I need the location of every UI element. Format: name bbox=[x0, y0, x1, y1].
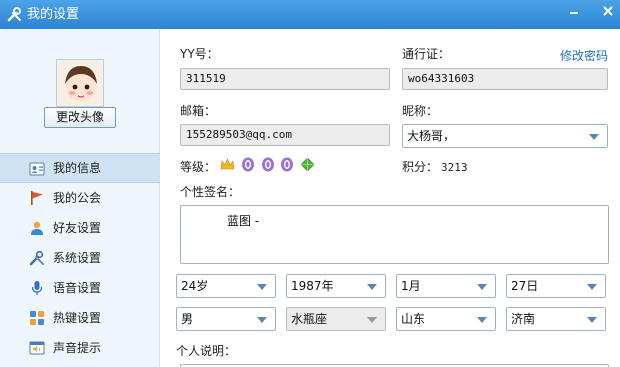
yy-number-field: 311519 bbox=[180, 68, 390, 90]
birth-month-value: 1月 bbox=[401, 279, 421, 293]
level-badge-icon bbox=[281, 157, 294, 172]
gender-select[interactable]: 男 bbox=[176, 307, 276, 331]
voice-icon bbox=[31, 281, 43, 295]
chevron-down-icon bbox=[477, 317, 487, 323]
minimize-icon bbox=[570, 12, 578, 14]
window-title: 我的设置 bbox=[27, 7, 80, 22]
points-label: 积分： bbox=[402, 160, 439, 174]
chevron-down-icon bbox=[367, 317, 377, 323]
sidebar-item-friend-settings[interactable]: 好友设置 bbox=[0, 213, 160, 243]
chevron-down-icon bbox=[587, 284, 597, 290]
passport-label: 通行证： bbox=[402, 47, 451, 61]
chevron-down-icon bbox=[477, 284, 487, 290]
level-badge-icon bbox=[241, 157, 254, 172]
avatar bbox=[56, 59, 104, 107]
level-label: 等级： bbox=[180, 160, 217, 174]
settings-content: YY号： 311519 通行证： 修改密码 wo64331603 邮箱： 155… bbox=[161, 29, 620, 367]
nickname-input[interactable]: 大杨哥， bbox=[402, 124, 608, 148]
sidebar-item-my-info[interactable]: 我的信息 bbox=[0, 153, 160, 183]
signature-value: 蓝图 - bbox=[227, 214, 260, 228]
chevron-down-icon bbox=[367, 284, 377, 290]
sidebar-item-label: 语音设置 bbox=[53, 281, 102, 295]
chevron-down-icon[interactable] bbox=[589, 134, 599, 140]
sidebar-item-label: 声音提示 bbox=[53, 341, 102, 355]
profile-card-icon bbox=[29, 162, 45, 176]
settings-menu: 我的信息 我的公会 好友设置 系统设置 语音设置 热键设置 声音提示 bbox=[0, 153, 160, 363]
flag-icon bbox=[31, 191, 43, 205]
sidebar-item-my-guild[interactable]: 我的公会 bbox=[0, 183, 160, 213]
birth-day-select[interactable]: 27日 bbox=[506, 274, 606, 298]
province-select[interactable]: 山东 bbox=[396, 307, 496, 331]
age-select[interactable]: 24岁 bbox=[176, 274, 276, 298]
age-value: 24岁 bbox=[181, 279, 209, 293]
user-icon bbox=[31, 221, 43, 235]
yy-label: YY号： bbox=[180, 47, 219, 61]
signature-label: 个性签名： bbox=[180, 185, 241, 199]
sidebar-item-label: 我的信息 bbox=[53, 161, 102, 175]
intro-label: 个人说明： bbox=[176, 344, 237, 358]
chevron-down-icon bbox=[257, 284, 267, 290]
birth-year-value: 1987年 bbox=[291, 279, 334, 293]
title-bar: 我的设置 bbox=[0, 0, 620, 29]
sidebar-item-label: 好友设置 bbox=[53, 221, 102, 235]
sidebar-item-hotkey-settings[interactable]: 热键设置 bbox=[0, 303, 160, 333]
nickname-label: 昵称： bbox=[402, 104, 439, 118]
zodiac-value: 水瓶座 bbox=[291, 312, 328, 326]
chevron-down-icon bbox=[587, 317, 597, 323]
city-value: 济南 bbox=[511, 312, 536, 326]
city-select[interactable]: 济南 bbox=[506, 307, 606, 331]
sidebar-item-voice-settings[interactable]: 语音设置 bbox=[0, 273, 160, 303]
crown-icon bbox=[220, 158, 235, 170]
sound-icon bbox=[29, 341, 45, 355]
level-badges bbox=[220, 157, 317, 173]
tools-icon bbox=[29, 250, 44, 266]
tools-icon bbox=[7, 7, 21, 22]
avatar-image bbox=[57, 60, 103, 106]
email-label: 邮箱： bbox=[180, 104, 217, 118]
zodiac-select: 水瓶座 bbox=[286, 307, 386, 331]
sidebar: 更改头像 我的信息 我的公会 好友设置 系统设置 语音设置 热键设置 声音提示 bbox=[0, 29, 160, 367]
sidebar-item-label: 系统设置 bbox=[53, 251, 102, 265]
birth-year-select[interactable]: 1987年 bbox=[286, 274, 386, 298]
change-password-link[interactable]: 修改密码 bbox=[560, 47, 608, 64]
email-field: 155289503@qq.com bbox=[180, 124, 390, 146]
sidebar-item-system-settings[interactable]: 系统设置 bbox=[0, 243, 160, 273]
sidebar-item-label: 热键设置 bbox=[53, 311, 102, 325]
close-button[interactable] bbox=[596, 3, 620, 23]
minimize-button[interactable] bbox=[562, 3, 586, 23]
gem-icon bbox=[300, 157, 315, 172]
level-badge-icon bbox=[261, 157, 274, 172]
close-icon bbox=[603, 6, 613, 16]
change-avatar-button[interactable]: 更改头像 bbox=[44, 107, 116, 128]
sidebar-item-sound-alerts[interactable]: 声音提示 bbox=[0, 333, 160, 363]
gender-value: 男 bbox=[181, 312, 194, 326]
birth-day-value: 27日 bbox=[511, 279, 539, 293]
province-value: 山东 bbox=[401, 312, 426, 326]
chevron-down-icon bbox=[257, 317, 267, 323]
nickname-value: 大杨哥， bbox=[407, 129, 456, 143]
points-value: 3213 bbox=[441, 161, 468, 174]
signature-textarea[interactable]: 蓝图 - bbox=[180, 205, 609, 264]
sidebar-item-label: 我的公会 bbox=[53, 191, 102, 205]
birth-month-select[interactable]: 1月 bbox=[396, 274, 496, 298]
hotkey-icon bbox=[30, 311, 44, 325]
passport-field: wo64331603 bbox=[402, 68, 608, 90]
